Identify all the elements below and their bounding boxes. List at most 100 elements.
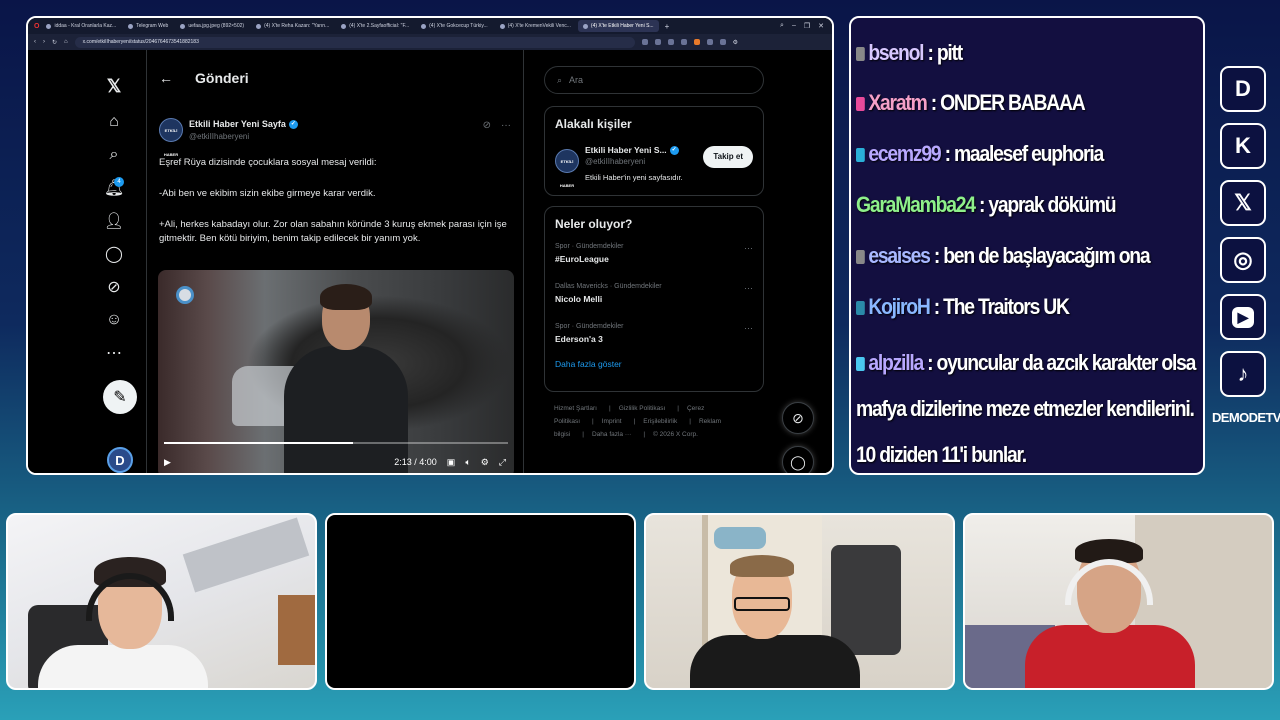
related-title: Alakalı kişiler bbox=[555, 117, 632, 131]
trend-meta: Spor · Gündemdekiler bbox=[555, 323, 624, 330]
chat-username[interactable]: KojiroH bbox=[868, 294, 931, 319]
url-field[interactable]: x.com/etkiIIhaberyeni/status/20467646735… bbox=[74, 36, 635, 48]
related-name-text[interactable]: Etkili Haber Yeni S... bbox=[585, 145, 667, 155]
trend-item[interactable]: Spor · Gündemdekiler #EuroLeague ··· bbox=[555, 243, 753, 271]
compose-post-button[interactable]: ✎ bbox=[103, 380, 137, 414]
fullscreen-icon[interactable]: ⤢ bbox=[499, 457, 506, 468]
chat-username[interactable]: alpzilla bbox=[868, 350, 924, 375]
account-avatar[interactable]: D bbox=[107, 447, 133, 473]
browser-tab[interactable]: (4) X'te Reha Kazan: "Yarın... bbox=[251, 20, 334, 32]
address-bar: ‹ › ↻ ⌂ x.com/etkiIIhaberyeni/status/204… bbox=[28, 34, 832, 50]
new-tab-button[interactable]: + bbox=[661, 22, 674, 31]
footer-link[interactable]: Imprint bbox=[602, 418, 622, 425]
browser-tab[interactable]: iddaa - Kral Oranlarla Kaz... bbox=[41, 20, 121, 32]
settings-gear-icon[interactable]: ⚙ bbox=[481, 457, 489, 468]
trend-item[interactable]: Dallas Mavericks · Gündemdekiler Nicolo M… bbox=[555, 283, 753, 311]
browser-tab[interactable]: (4) X'te 2.SayfaofficiaI: "F... bbox=[336, 20, 414, 32]
trending-title: Neler oluyor? bbox=[555, 217, 633, 231]
trend-item[interactable]: Spor · Gündemdekiler Ederson'a 3 ··· bbox=[555, 323, 753, 351]
extension-icon[interactable] bbox=[706, 39, 713, 45]
grok-explain-icon[interactable]: ⊘ bbox=[483, 120, 491, 131]
chat-message: esaises : ben de başlayacağım ona bbox=[856, 243, 1154, 269]
profile-icon[interactable]: ☺ bbox=[100, 306, 128, 334]
search-tabs-icon[interactable]: ⌕ bbox=[780, 22, 784, 30]
forward-icon[interactable]: › bbox=[43, 39, 45, 45]
browser-tab[interactable]: Telegram Web bbox=[123, 20, 173, 32]
chat-badge-icon bbox=[856, 301, 865, 316]
reload-icon[interactable]: ↻ bbox=[52, 39, 57, 46]
author-name[interactable]: Etkili Haber Yeni Sayfa ✓ bbox=[189, 119, 298, 130]
chat-username[interactable]: esaises bbox=[868, 243, 931, 268]
footer-link[interactable]: © 2026 X Corp. bbox=[653, 431, 698, 438]
maximize-button[interactable]: ❐ bbox=[804, 22, 810, 30]
minimize-button[interactable]: – bbox=[792, 22, 796, 30]
follow-button[interactable]: Takip et bbox=[703, 146, 753, 168]
messages-bubble-icon[interactable]: ◯ bbox=[100, 240, 128, 268]
extension-icon[interactable] bbox=[641, 39, 648, 45]
extension-icon[interactable] bbox=[693, 39, 700, 45]
show-more-link[interactable]: Daha fazla göster bbox=[555, 359, 753, 369]
grok-icon[interactable]: ⊘ bbox=[100, 273, 128, 301]
search-icon: ⌕ bbox=[557, 74, 563, 85]
extension-icon[interactable] bbox=[667, 39, 674, 45]
person-torso bbox=[38, 645, 208, 688]
tab-favicon-icon bbox=[421, 23, 427, 29]
footer-link[interactable]: Gizlilik Politikası bbox=[619, 405, 666, 412]
author-handle[interactable]: @etkiIIhaberyeni bbox=[189, 132, 249, 141]
explore-search-icon[interactable]: ⌕ bbox=[100, 141, 128, 169]
back-icon[interactable]: ‹ bbox=[34, 39, 36, 45]
arrow-left-icon[interactable]: ← bbox=[159, 70, 173, 86]
x-logo-icon[interactable]: 𝕏 bbox=[100, 72, 128, 100]
chat-text: : pitt bbox=[923, 40, 963, 65]
related-avatar[interactable]: ETKİLİ HABER bbox=[555, 149, 579, 188]
chat-message: ecemz99 : maalesef euphoria bbox=[856, 141, 1154, 167]
extension-icon[interactable] bbox=[719, 39, 726, 45]
author-avatar[interactable]: ETKİLİ HABER bbox=[159, 118, 183, 157]
browser-tab[interactable]: (4) X'te KremenVekili Venc... bbox=[495, 20, 576, 32]
x-page: 𝕏 ⌂ ⌕ 🔔︎ 4 👤︎ ◯ ⊘ ☺ ⋯ ✎ D ← Gönderi ETKİL… bbox=[28, 50, 832, 473]
footer-link[interactable]: Erişilebilirlik bbox=[643, 418, 677, 425]
footer-link[interactable]: Daha fazla ··· bbox=[592, 431, 631, 438]
window-controls: ⌕ – ❐ ✕ bbox=[780, 22, 832, 30]
webcam-3 bbox=[644, 513, 955, 690]
post-author: ETKİLİ HABER Etkili Haber Yeni Sayfa ✓ @e… bbox=[159, 118, 511, 157]
chat-message: bsenol : pitt bbox=[856, 40, 1154, 66]
search-input[interactable]: ⌕ Ara bbox=[544, 66, 764, 94]
captions-icon[interactable]: ▣ bbox=[447, 457, 456, 468]
person-torso bbox=[1025, 625, 1195, 688]
play-icon[interactable]: ▶ bbox=[164, 457, 171, 468]
chat-username[interactable]: ecemz99 bbox=[868, 141, 941, 166]
messages-float-button[interactable]: ◯ bbox=[782, 446, 814, 473]
volume-icon[interactable]: 🔈︎ bbox=[465, 457, 470, 468]
home-icon[interactable]: ⌂ bbox=[64, 39, 68, 45]
grok-float-button[interactable]: ⊘ bbox=[782, 402, 814, 434]
more-options-icon[interactable]: ⋯ bbox=[100, 339, 128, 367]
footer-link[interactable]: Hizmet Şartları bbox=[554, 405, 597, 412]
extension-icon[interactable] bbox=[654, 39, 661, 45]
related-person[interactable]: ETKİLİ HABER Etkili Haber Yeni S... ✓ @et… bbox=[555, 145, 753, 188]
post-more-icon[interactable]: ··· bbox=[501, 120, 511, 131]
browser-tab[interactable]: (4) X'te Etkili Haber Yeni S... bbox=[577, 20, 659, 32]
search-placeholder: Ara bbox=[569, 75, 584, 85]
trend-more-icon[interactable]: ··· bbox=[744, 243, 753, 253]
chat-username[interactable]: Xaratm bbox=[868, 90, 927, 115]
follow-people-icon[interactable]: 👤︎ bbox=[100, 207, 128, 235]
trend-more-icon[interactable]: ··· bbox=[744, 283, 753, 293]
footer-separator: | bbox=[643, 431, 646, 438]
settings-icon[interactable]: ⚙ bbox=[733, 39, 738, 46]
extension-icon[interactable] bbox=[680, 39, 687, 45]
trend-more-icon[interactable]: ··· bbox=[744, 323, 753, 333]
author-name-text[interactable]: Etkili Haber Yeni Sayfa bbox=[189, 119, 286, 129]
person-hair bbox=[730, 555, 794, 577]
browser-tab[interactable]: uefaa.jpg.jpeg (892×502) bbox=[175, 20, 249, 32]
chat-username[interactable]: bsenol bbox=[868, 40, 924, 65]
video-player[interactable]: ▶ 2:13 / 4:00 ▣ 🔈︎ ⚙ ⤢ bbox=[158, 270, 514, 473]
browser-tab[interactable]: (4) X'te Gokcecup Türkiy... bbox=[416, 20, 493, 32]
related-name[interactable]: Etkili Haber Yeni S... ✓ bbox=[585, 145, 679, 156]
chat-username[interactable]: GaraMamba24 bbox=[856, 192, 976, 217]
close-window-button[interactable]: ✕ bbox=[818, 22, 824, 30]
video-progress-bar[interactable] bbox=[164, 442, 508, 444]
home-icon[interactable]: ⌂ bbox=[100, 108, 128, 136]
opera-icon[interactable]: O bbox=[34, 23, 39, 30]
notifications-bell-icon[interactable]: 🔔︎ 4 bbox=[100, 174, 128, 202]
